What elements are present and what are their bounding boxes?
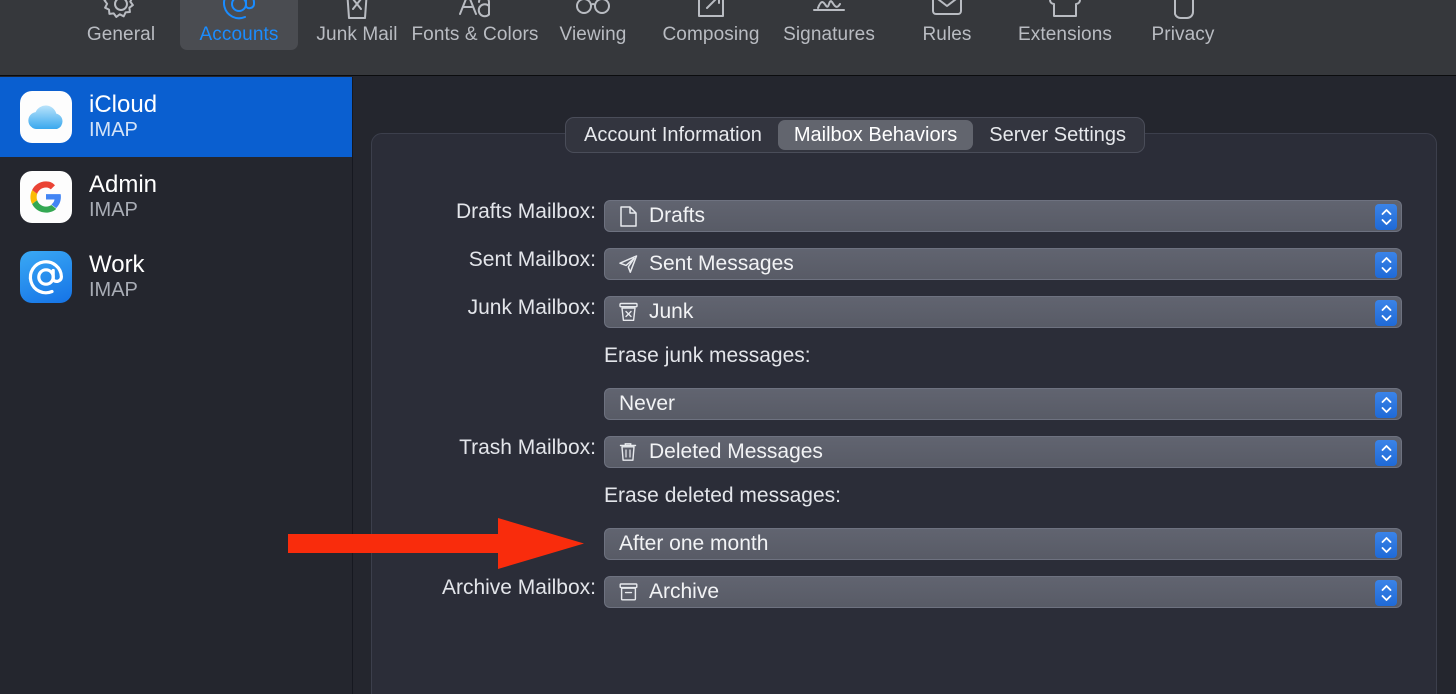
settings-tab-bar[interactable]: Account Information Mailbox Behaviors Serv… <box>565 117 1146 153</box>
sidebar-account-icloud[interactable]: iCloud IMAP <box>0 77 352 157</box>
tab-account-information[interactable]: Account Information <box>568 120 778 150</box>
at-sign-app-icon <box>20 251 72 303</box>
account-type: IMAP <box>89 199 138 222</box>
trash-icon <box>617 440 639 464</box>
toolbar-item-signatures[interactable]: Signatures <box>770 0 888 50</box>
drafts-mailbox-popup[interactable]: Drafts <box>604 200 1402 232</box>
account-text: Work IMAP <box>89 251 145 303</box>
junk-mailbox-value: Junk <box>649 300 694 323</box>
google-icon <box>20 171 72 223</box>
account-type: IMAP <box>89 279 138 302</box>
toolbar-item-extensions[interactable]: Extensions <box>1006 0 1124 50</box>
erase-junk-stepper[interactable] <box>1375 392 1397 418</box>
sent-stepper[interactable] <box>1375 252 1397 278</box>
account-name: Admin <box>89 171 158 199</box>
hand-raised-icon <box>1165 0 1201 22</box>
erase-junk-messages-value: Never <box>619 392 676 415</box>
toolbar-item-privacy[interactable]: Privacy <box>1124 0 1242 50</box>
sidebar-account-work[interactable]: Work IMAP <box>0 237 352 317</box>
mail-preferences-window: General Accounts Junk Mail Fonts & Colors Vi… <box>0 0 1456 694</box>
sent-mailbox-label: Sent Mailbox: <box>468 248 596 271</box>
account-text: Admin IMAP <box>89 171 157 223</box>
toolbar-item-label: Junk Mail <box>316 24 398 45</box>
junk-mailbox-popup[interactable]: Junk <box>604 296 1402 328</box>
account-text: iCloud IMAP <box>89 91 157 143</box>
erase-deleted-messages-value: After one month <box>619 532 769 555</box>
archive-stepper[interactable] <box>1375 580 1397 606</box>
sent-mailbox-popup[interactable]: Sent Messages <box>604 248 1402 280</box>
compose-pencil-icon <box>693 0 729 22</box>
toolbar-item-label: Signatures <box>783 24 875 45</box>
signature-icon <box>811 0 847 22</box>
row-erase-junk-label: Erase junk messages: <box>604 344 811 368</box>
document-icon <box>617 204 639 228</box>
toolbar-item-composing[interactable]: Composing <box>652 0 770 50</box>
junk-mailbox-label: Junk Mailbox: <box>467 296 596 319</box>
at-sign-icon <box>221 0 257 22</box>
row-junk-mailbox: Junk Mailbox: <box>430 296 596 320</box>
gear-icon <box>103 0 139 22</box>
tab-server-settings[interactable]: Server Settings <box>973 120 1142 150</box>
archive-mailbox-label: Archive Mailbox: <box>441 576 596 599</box>
toolbar-item-label: Viewing <box>559 24 627 45</box>
glasses-icon <box>575 0 611 22</box>
row-erase-deleted-label: Erase deleted messages: <box>604 484 841 508</box>
toolbar-item-fonts-colors[interactable]: Fonts & Colors <box>411 0 538 50</box>
row-sent-mailbox: Sent Mailbox: <box>430 248 596 272</box>
toolbar-item-accounts[interactable]: Accounts <box>180 0 298 50</box>
drafts-stepper[interactable] <box>1375 204 1397 230</box>
toolbar-item-label: Extensions <box>1018 24 1112 45</box>
icloud-icon <box>20 91 72 143</box>
account-name: iCloud <box>89 91 158 119</box>
archive-box-icon <box>617 580 639 604</box>
archive-mailbox-value: Archive <box>649 580 720 603</box>
archive-mailbox-popup[interactable]: Archive <box>604 576 1402 608</box>
junk-x-icon <box>339 0 375 22</box>
erase-deleted-messages-label: Erase deleted messages: <box>604 484 841 507</box>
accounts-sidebar[interactable]: iCloud IMAP Admin IMAP Work IMAP <box>0 77 353 694</box>
paper-plane-icon <box>617 252 639 276</box>
puzzle-icon <box>1047 0 1083 22</box>
toolbar-item-label: Privacy <box>1151 24 1215 45</box>
drafts-mailbox-value: Drafts <box>649 204 706 227</box>
erase-deleted-messages-popup[interactable]: After one month <box>604 528 1402 560</box>
drafts-mailbox-label: Drafts Mailbox: <box>455 200 596 223</box>
toolbar-item-label: Composing <box>662 24 760 45</box>
sidebar-account-admin[interactable]: Admin IMAP <box>0 157 352 237</box>
envelope-icon <box>929 0 965 22</box>
trash-mailbox-popup[interactable]: Deleted Messages <box>604 436 1402 468</box>
toolbar-item-viewing[interactable]: Viewing <box>534 0 652 50</box>
toolbar-item-label: Fonts & Colors <box>411 24 539 45</box>
sent-mailbox-value: Sent Messages <box>649 252 794 275</box>
trash-mailbox-value: Deleted Messages <box>649 440 823 463</box>
preferences-toolbar: General Accounts Junk Mail Fonts & Colors Vi… <box>0 0 1456 76</box>
tab-mailbox-behaviors[interactable]: Mailbox Behaviors <box>777 120 974 150</box>
row-archive-mailbox: Archive Mailbox: <box>414 576 596 600</box>
erase-junk-messages-popup[interactable]: Never <box>604 388 1402 420</box>
account-name: Work <box>89 251 145 279</box>
toolbar-item-rules[interactable]: Rules <box>888 0 1006 50</box>
toolbar-items: General Accounts Junk Mail Fonts & Colors Vi… <box>62 0 1242 50</box>
junk-stepper[interactable] <box>1375 300 1397 326</box>
toolbar-item-label: General <box>86 24 156 45</box>
erase-junk-messages-label: Erase junk messages: <box>604 344 811 367</box>
toolbar-item-label: Rules <box>922 24 972 45</box>
erase-deleted-stepper[interactable] <box>1375 532 1397 558</box>
row-drafts-mailbox: Drafts Mailbox: <box>430 200 596 224</box>
toolbar-item-junk-mail[interactable]: Junk Mail <box>298 0 416 50</box>
fonts-aa-icon <box>457 0 493 22</box>
trash-mailbox-label: Trash Mailbox: <box>459 436 596 459</box>
account-type: IMAP <box>89 119 138 142</box>
row-trash-mailbox: Trash Mailbox: <box>430 436 596 460</box>
toolbar-item-general[interactable]: General <box>62 0 180 50</box>
accounts-list: iCloud IMAP Admin IMAP Work IMAP <box>0 77 352 317</box>
toolbar-item-label: Accounts <box>199 24 279 45</box>
trash-stepper[interactable] <box>1375 440 1397 466</box>
junk-trash-x-icon <box>617 300 639 324</box>
